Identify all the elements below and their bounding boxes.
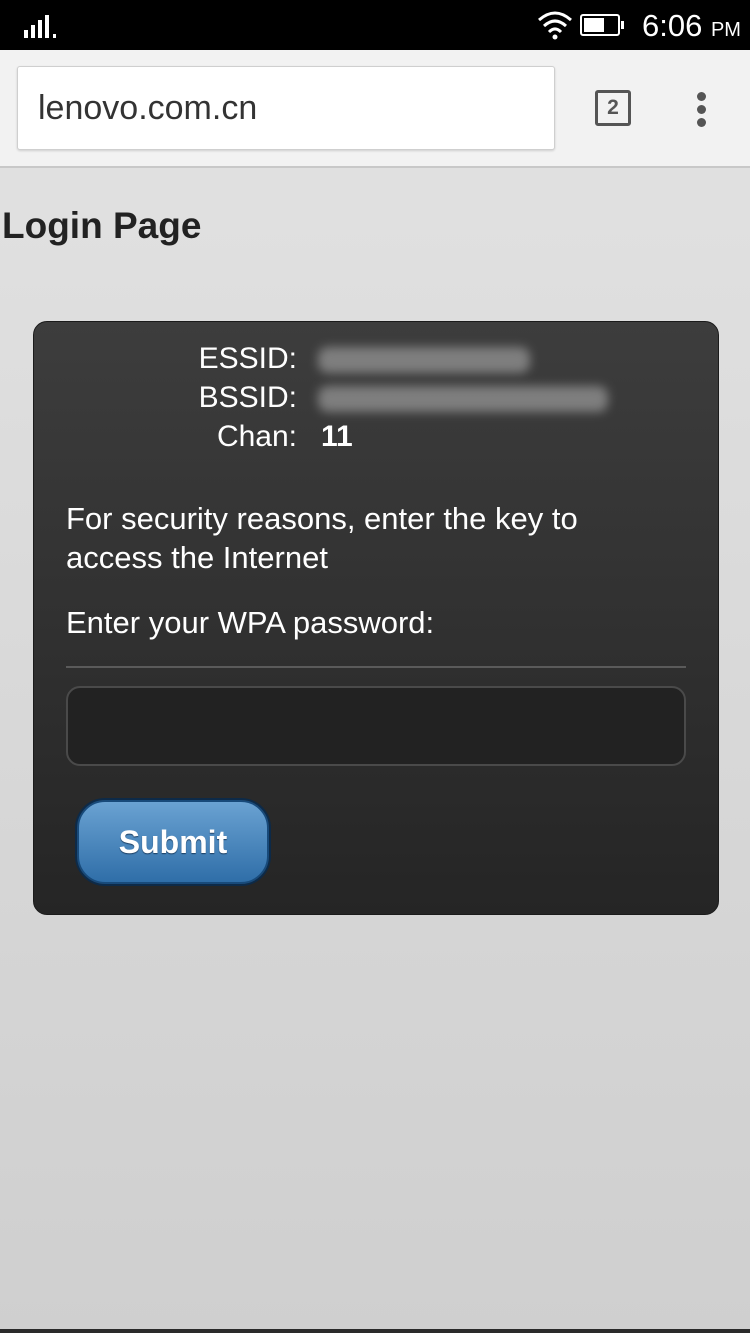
wifi-icon [538,11,572,40]
browser-toolbar: lenovo.com.cn 2 [0,50,750,168]
password-prompt: Enter your WPA password: [66,605,435,640]
essid-label: ESSID: [198,342,297,375]
chan-label: Chan: [216,420,297,453]
screen-bottom-edge [0,1329,750,1333]
status-time: 6:06 PM [642,8,741,44]
battery-icon [580,14,624,36]
security-message: For security reasons, enter the key to a… [66,501,578,575]
overflow-menu-icon[interactable] [692,90,712,128]
chan-value: 11 [321,420,353,453]
essid-value-redacted [318,347,530,373]
url-bar[interactable]: lenovo.com.cn [17,66,555,150]
signal-icon [24,14,64,38]
status-bar: 6:06 PM [0,0,750,50]
status-time-value: 6:06 [642,8,703,43]
tab-switcher-button[interactable]: 2 [595,90,631,126]
submit-button[interactable]: Submit [77,800,269,884]
divider [66,666,686,668]
password-input[interactable] [66,686,686,766]
bssid-label: BSSID: [198,381,297,414]
page-title: Login Page [2,205,202,246]
status-time-ampm: PM [710,19,741,41]
login-panel: ESSID: BSSID: Chan: 11 For security reas… [33,321,719,915]
url-text: lenovo.com.cn [38,89,258,127]
bssid-value-redacted [318,386,608,412]
